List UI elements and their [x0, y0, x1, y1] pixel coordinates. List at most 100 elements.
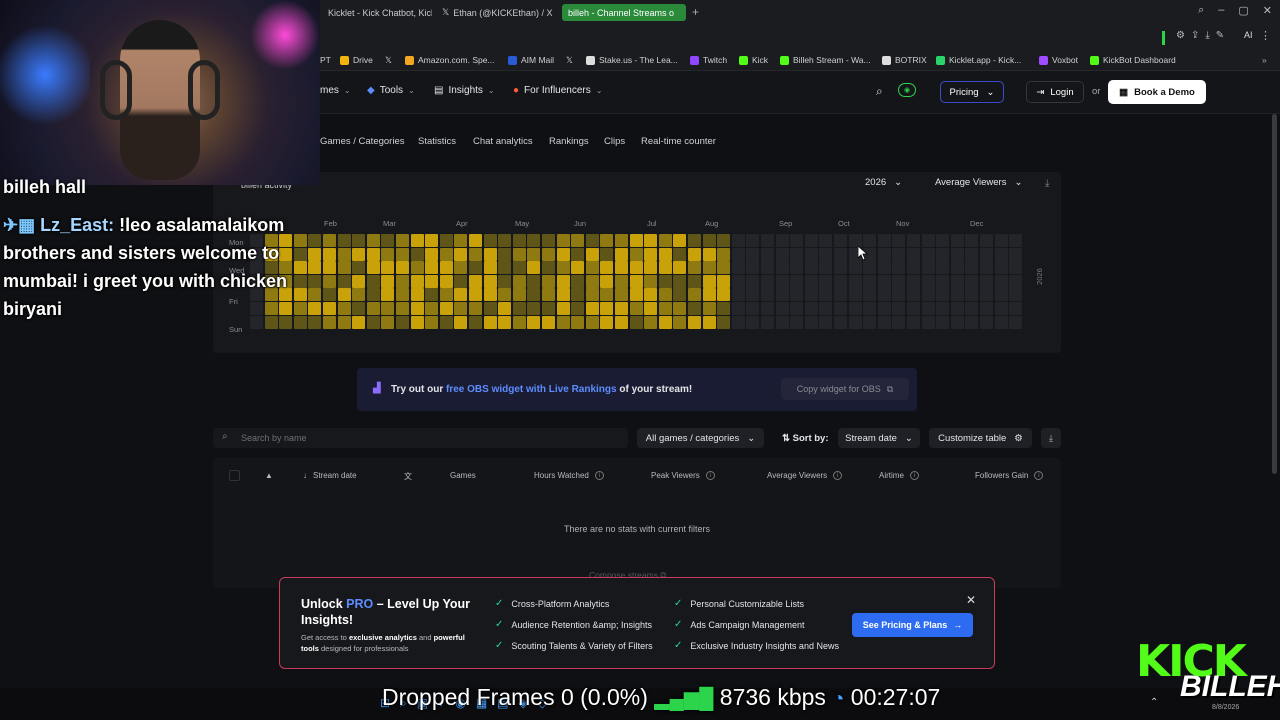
pricing-button[interactable]: Pricing ⌄	[940, 81, 1004, 103]
heatmap-cell[interactable]	[366, 234, 380, 247]
heatmap-cell[interactable]	[454, 261, 468, 275]
heatmap-cell[interactable]	[950, 274, 964, 288]
heatmap-cell[interactable]	[746, 234, 760, 247]
heatmap-cell[interactable]	[600, 288, 614, 302]
heatmap-cell[interactable]	[308, 234, 322, 247]
heatmap-cell[interactable]	[658, 261, 672, 275]
heatmap-cell[interactable]	[702, 234, 716, 247]
heatmap-cell[interactable]	[308, 247, 322, 261]
heatmap-cell[interactable]	[746, 315, 760, 329]
heatmap-cell[interactable]	[439, 315, 453, 329]
heatmap-cell[interactable]	[425, 234, 439, 247]
heatmap-cell[interactable]	[702, 302, 716, 315]
heatmap-cell[interactable]	[439, 247, 453, 261]
heatmap-cell[interactable]	[366, 261, 380, 275]
heatmap-cell[interactable]	[688, 315, 701, 329]
heatmap-cell[interactable]	[410, 234, 424, 247]
heatmap-cell[interactable]	[994, 302, 1008, 315]
heatmap-cell[interactable]	[892, 302, 906, 315]
heatmap-cell[interactable]	[746, 274, 760, 288]
heatmap-cell[interactable]	[790, 234, 804, 247]
heatmap-cell[interactable]	[425, 261, 439, 275]
heatmap-cell[interactable]	[790, 247, 804, 261]
heatmap-cell[interactable]	[673, 234, 687, 247]
heatmap-cell[interactable]	[761, 234, 774, 247]
heatmap-cell[interactable]	[308, 261, 322, 275]
heatmap-cell[interactable]	[600, 315, 614, 329]
heatmap-cell[interactable]	[921, 234, 935, 247]
heatmap-cell[interactable]	[585, 261, 599, 275]
minimize-icon[interactable]: –	[1218, 4, 1224, 17]
heatmap-cell[interactable]	[688, 261, 701, 275]
heatmap-cell[interactable]	[498, 302, 512, 315]
heatmap-cell[interactable]	[396, 288, 409, 302]
heatmap-cell[interactable]	[600, 274, 614, 288]
heatmap-cell[interactable]	[600, 261, 614, 275]
heatmap-cell[interactable]	[673, 261, 687, 275]
heatmap-cell[interactable]	[775, 261, 789, 275]
heatmap-cell[interactable]	[483, 315, 497, 329]
heatmap-cell[interactable]	[469, 234, 482, 247]
heatmap-cell[interactable]	[717, 261, 731, 275]
heatmap-cell[interactable]	[907, 302, 920, 315]
customize-table-button[interactable]: Customize table ⚙	[929, 428, 1032, 448]
heatmap-cell[interactable]	[308, 302, 322, 315]
heatmap-cell[interactable]	[673, 247, 687, 261]
heatmap-cell[interactable]	[892, 288, 906, 302]
heatmap-cell[interactable]	[571, 274, 585, 288]
heatmap-cell[interactable]	[834, 302, 847, 315]
heatmap-cell[interactable]	[921, 274, 935, 288]
heatmap-cell[interactable]	[892, 274, 906, 288]
page-scrollbar[interactable]	[1272, 114, 1277, 474]
heatmap-cell[interactable]	[1009, 261, 1023, 275]
heatmap-cell[interactable]	[396, 247, 409, 261]
heatmap-cell[interactable]	[527, 315, 541, 329]
heatmap-cell[interactable]	[688, 302, 701, 315]
heatmap-cell[interactable]	[454, 315, 468, 329]
heatmap-cell[interactable]	[950, 302, 964, 315]
heatmap-cell[interactable]	[571, 302, 585, 315]
bookmark[interactable]: Voxbot	[1039, 53, 1078, 67]
heatmap-cell[interactable]	[834, 315, 847, 329]
heatmap-cell[interactable]	[366, 302, 380, 315]
heatmap-cell[interactable]	[556, 247, 570, 261]
bookmark[interactable]: PT	[320, 53, 331, 67]
heatmap-cell[interactable]	[761, 261, 774, 275]
heatmap-cell[interactable]	[337, 315, 351, 329]
heatmap-cell[interactable]	[527, 261, 541, 275]
heatmap-cell[interactable]	[936, 274, 950, 288]
column-games[interactable]: Games	[450, 471, 476, 480]
heatmap-cell[interactable]	[892, 247, 906, 261]
heatmap-cell[interactable]	[892, 234, 906, 247]
column-translate[interactable]: 文	[404, 471, 412, 482]
heatmap-cell[interactable]	[688, 274, 701, 288]
heatmap-cell[interactable]	[907, 261, 920, 275]
close-icon[interactable]: ✕	[966, 593, 976, 607]
heatmap-cell[interactable]	[644, 234, 658, 247]
heatmap-cell[interactable]	[425, 274, 439, 288]
heatmap-cell[interactable]	[731, 302, 745, 315]
heatmap-cell[interactable]	[615, 247, 628, 261]
heatmap-cell[interactable]	[323, 234, 336, 247]
heatmap-cell[interactable]	[819, 234, 833, 247]
heatmap-cell[interactable]	[965, 247, 979, 261]
heatmap-cell[interactable]	[658, 247, 672, 261]
heatmap-cell[interactable]	[921, 315, 935, 329]
heatmap-cell[interactable]	[366, 274, 380, 288]
copy-widget-button[interactable]: Copy widget for OBS ⧉	[781, 378, 909, 400]
heatmap-cell[interactable]	[658, 302, 672, 315]
heatmap-cell[interactable]	[746, 302, 760, 315]
live-indicator-icon[interactable]: ◉	[898, 83, 916, 97]
heatmap-cell[interactable]	[644, 315, 658, 329]
heatmap-cell[interactable]	[936, 315, 950, 329]
heatmap-cell[interactable]	[994, 247, 1008, 261]
heatmap-cell[interactable]	[819, 302, 833, 315]
heatmap-cell[interactable]	[848, 288, 862, 302]
heatmap-cell[interactable]	[323, 288, 336, 302]
heatmap-cell[interactable]	[527, 288, 541, 302]
heatmap-cell[interactable]	[585, 247, 599, 261]
heatmap-cell[interactable]	[892, 315, 906, 329]
heatmap-cell[interactable]	[834, 288, 847, 302]
download-icon[interactable]: ⤓	[1045, 178, 1049, 189]
heatmap-cell[interactable]	[1009, 302, 1023, 315]
